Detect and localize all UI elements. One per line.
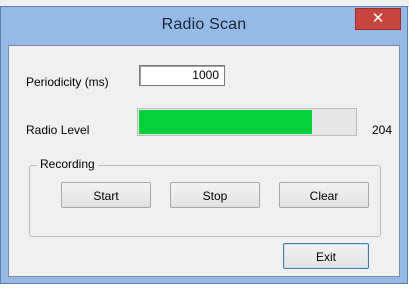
periodicity-input[interactable]: 1000 — [139, 65, 225, 86]
radio-scan-dialog: Radio Scan ✕ Periodicity (ms) 1000 Radio… — [0, 6, 408, 284]
dialog-client-area: Periodicity (ms) 1000 Radio Level 204 Re… — [8, 45, 400, 277]
start-button[interactable]: Start — [61, 182, 151, 208]
close-button[interactable]: ✕ — [355, 8, 401, 30]
radio-level-value: 204 — [372, 123, 393, 137]
title-bar[interactable]: Radio Scan ✕ — [1, 7, 407, 45]
radio-level-meter-fill — [139, 110, 312, 134]
window-title: Radio Scan — [161, 16, 247, 33]
periodicity-label: Periodicity (ms) — [26, 75, 109, 89]
radio-level-label: Radio Level — [26, 123, 90, 137]
radio-level-meter — [137, 108, 357, 136]
exit-button[interactable]: Exit — [283, 243, 369, 269]
clear-button[interactable]: Clear — [279, 182, 369, 208]
recording-group-label: Recording — [37, 157, 98, 171]
close-icon: ✕ — [371, 9, 385, 27]
stop-button[interactable]: Stop — [170, 182, 260, 208]
